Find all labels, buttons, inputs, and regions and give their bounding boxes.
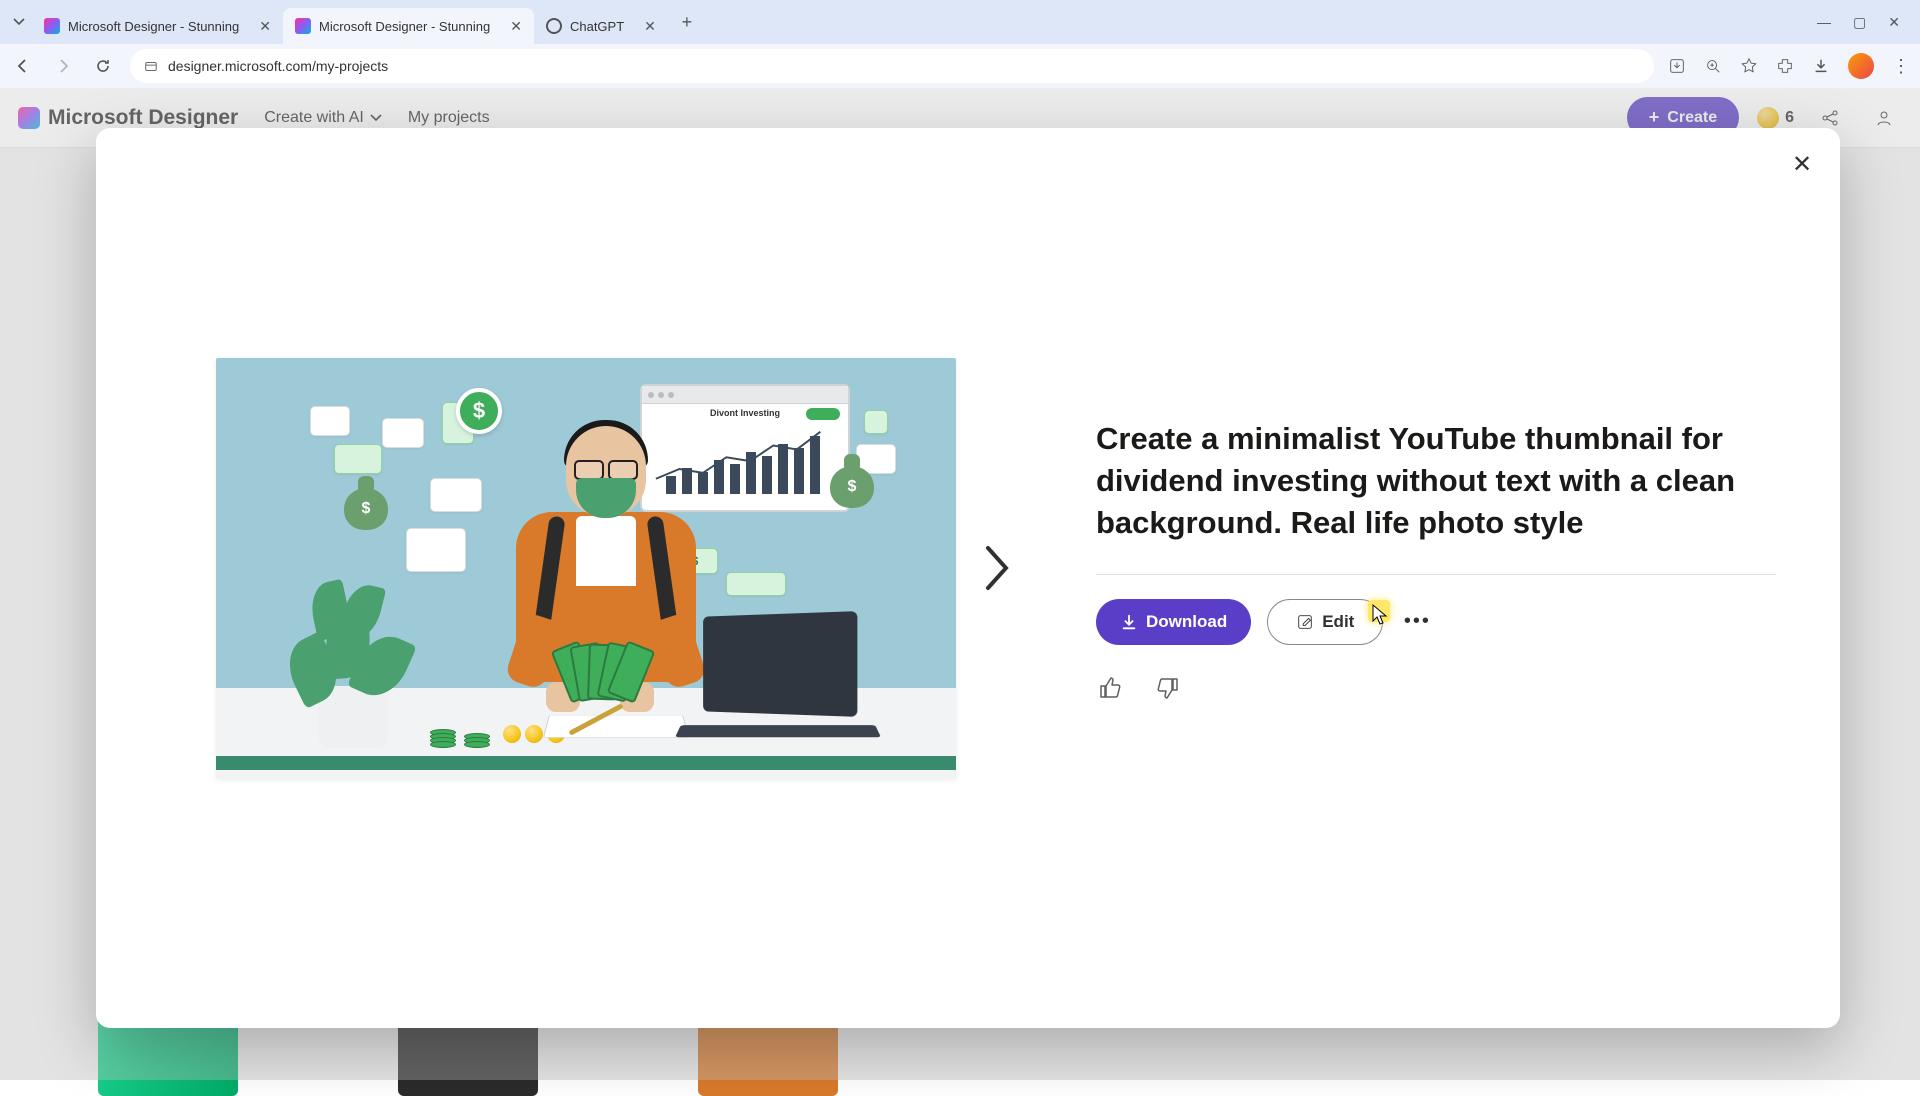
divider [1096, 574, 1776, 575]
tab-title: Microsoft Designer - Stunning [68, 19, 239, 34]
tab-title: Microsoft Designer - Stunning [319, 19, 490, 34]
close-modal-button[interactable]: ✕ [1784, 146, 1820, 182]
edit-button[interactable]: Edit [1267, 599, 1383, 645]
window-controls: ― ▢ ✕ [1817, 14, 1914, 31]
url-text: designer.microsoft.com/my-projects [168, 58, 388, 74]
edit-icon [1296, 613, 1314, 631]
new-tab-button[interactable]: + [674, 9, 700, 35]
prompt-text: Create a minimalist YouTube thumbnail fo… [1096, 418, 1776, 544]
browser-tab-2[interactable]: ChatGPT ✕ [534, 8, 668, 44]
more-actions-button[interactable]: ••• [1399, 604, 1435, 640]
url-field[interactable]: designer.microsoft.com/my-projects [130, 49, 1654, 83]
thumbs-up-button[interactable] [1096, 673, 1126, 703]
minimize-icon[interactable]: ― [1817, 14, 1831, 31]
thumbs-down-button[interactable] [1152, 673, 1182, 703]
download-icon [1120, 613, 1138, 631]
bookmark-star-icon[interactable] [1740, 57, 1758, 75]
downloads-icon[interactable] [1812, 57, 1830, 75]
cursor-highlight [1368, 600, 1390, 622]
download-button[interactable]: Download [1096, 599, 1251, 645]
browser-tab-1[interactable]: Microsoft Designer - Stunning ✕ [283, 8, 534, 44]
designer-favicon [44, 18, 60, 34]
browser-tab-0[interactable]: Microsoft Designer - Stunning ✕ [32, 8, 283, 44]
preview-container: Divont Investing [216, 358, 956, 778]
chevron-down-icon [13, 16, 25, 28]
extensions-icon[interactable] [1776, 57, 1794, 75]
action-row: Download Edit ••• [1096, 599, 1776, 645]
tab-title: ChatGPT [570, 19, 624, 34]
profile-avatar[interactable] [1848, 53, 1874, 79]
close-window-icon[interactable]: ✕ [1888, 14, 1900, 31]
toolbar-right: ⋮ [1668, 53, 1910, 79]
browser-address-bar: designer.microsoft.com/my-projects ⋮ [0, 44, 1920, 88]
maximize-icon[interactable]: ▢ [1853, 14, 1866, 31]
nav-forward-button[interactable] [50, 53, 76, 79]
site-info-icon[interactable] [144, 59, 158, 73]
zoom-icon[interactable] [1704, 57, 1722, 75]
install-app-icon[interactable] [1668, 57, 1686, 75]
nav-back-button[interactable] [10, 53, 36, 79]
browser-tab-strip: Microsoft Designer - Stunning ✕ Microsof… [0, 0, 1920, 44]
reload-button[interactable] [90, 53, 116, 79]
app-viewport: Microsoft Designer Create with AI My pro… [0, 88, 1920, 1080]
design-details-panel: Create a minimalist YouTube thumbnail fo… [1096, 358, 1776, 703]
tab-close-icon[interactable]: ✕ [259, 18, 271, 35]
tab-close-icon[interactable]: ✕ [644, 18, 656, 35]
designer-favicon [295, 18, 311, 34]
kebab-menu-icon[interactable]: ⋮ [1892, 56, 1910, 77]
feedback-row [1096, 673, 1776, 703]
design-preview-image[interactable]: Divont Investing [216, 358, 956, 778]
chatgpt-favicon [546, 18, 562, 34]
tab-close-icon[interactable]: ✕ [510, 18, 522, 35]
next-image-button[interactable] [974, 545, 1020, 591]
tab-search-dropdown[interactable] [6, 9, 32, 35]
design-detail-modal: ✕ Divont Investing [96, 128, 1840, 1028]
